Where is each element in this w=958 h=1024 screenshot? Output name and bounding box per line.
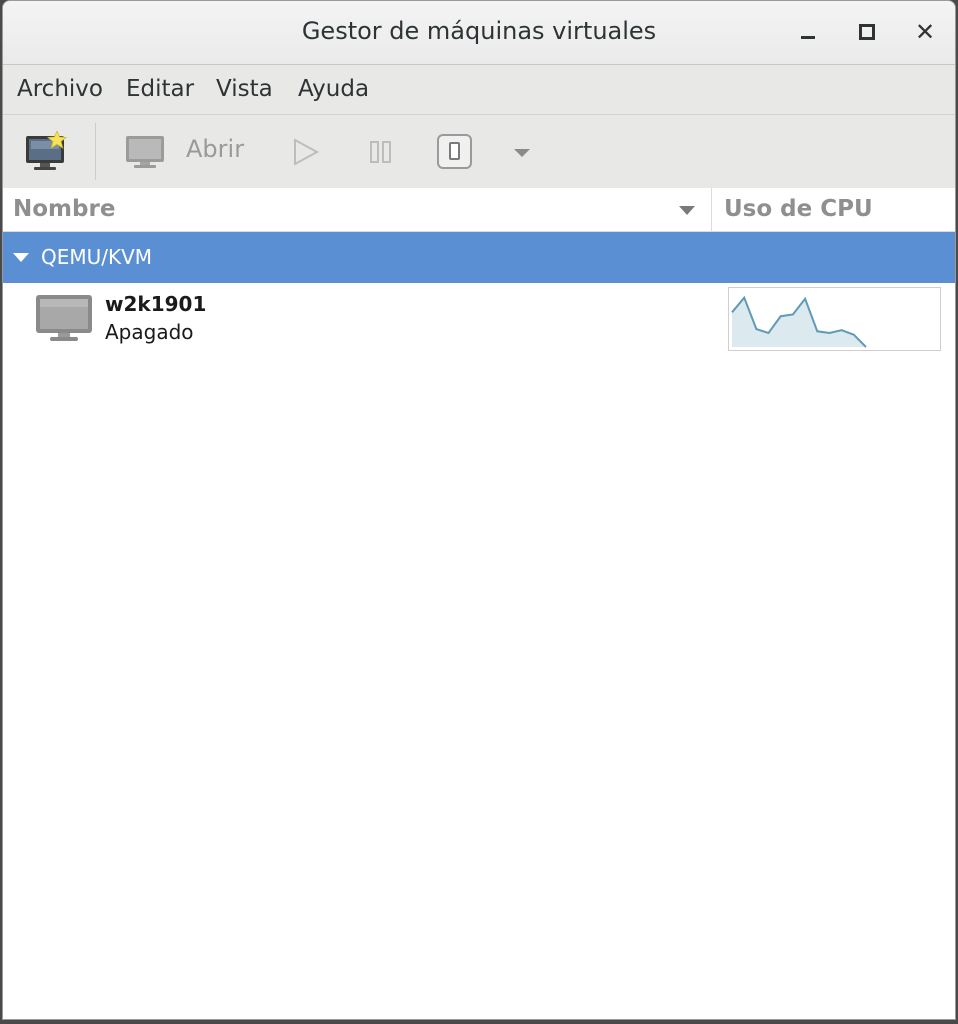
cpu-usage-graph: [728, 287, 941, 351]
column-divider[interactable]: [711, 188, 712, 232]
pause-button[interactable]: [367, 139, 395, 165]
vm-monitor-icon: [34, 293, 94, 347]
connection-row-qemu-kvm[interactable]: QEMU/KVM: [3, 232, 955, 283]
title-bar[interactable]: Gestor de máquinas virtuales ✕: [3, 1, 955, 65]
power-icon: [437, 134, 472, 169]
column-name-header[interactable]: Nombre: [13, 196, 115, 222]
connection-label: QEMU/KVM: [41, 245, 153, 269]
vm-row[interactable]: w2k1901 Apagado: [3, 283, 955, 355]
vm-status: Apagado: [105, 320, 194, 344]
open-button[interactable]: [123, 133, 167, 171]
menu-archivo[interactable]: Archivo: [17, 76, 103, 102]
open-button-label[interactable]: Abrir: [186, 135, 244, 163]
shutdown-button[interactable]: [436, 133, 474, 171]
toolbar-separator: [95, 123, 96, 180]
column-header: Nombre Uso de CPU: [3, 188, 955, 232]
menu-bar: Archivo Editar Vista Ayuda: [3, 65, 955, 115]
expander-arrow-icon[interactable]: [13, 253, 29, 262]
vm-name: w2k1901: [105, 292, 207, 316]
minimize-icon: [801, 35, 815, 39]
dropdown-arrow-icon: [514, 149, 530, 157]
new-vm-button[interactable]: [23, 129, 71, 173]
pause-icon: [370, 141, 391, 163]
play-icon: [294, 138, 320, 166]
sort-arrow-icon[interactable]: [679, 206, 695, 215]
maximize-button[interactable]: [850, 15, 884, 49]
menu-ayuda[interactable]: Ayuda: [298, 76, 369, 102]
new-vm-icon: [26, 129, 68, 170]
toolbar: Abrir: [3, 115, 955, 188]
run-button[interactable]: [291, 137, 321, 167]
virt-manager-window: Gestor de máquinas virtuales ✕ Archivo E…: [2, 0, 956, 1020]
shutdown-menu-button[interactable]: [511, 145, 533, 159]
column-cpu-header[interactable]: Uso de CPU: [724, 196, 873, 222]
minimize-button[interactable]: [791, 15, 825, 49]
maximize-icon: [859, 24, 875, 40]
monitor-icon: [126, 136, 164, 168]
menu-editar[interactable]: Editar: [126, 76, 194, 102]
close-icon: ✕: [914, 18, 936, 46]
close-button[interactable]: ✕: [908, 15, 942, 49]
menu-vista[interactable]: Vista: [216, 76, 273, 102]
